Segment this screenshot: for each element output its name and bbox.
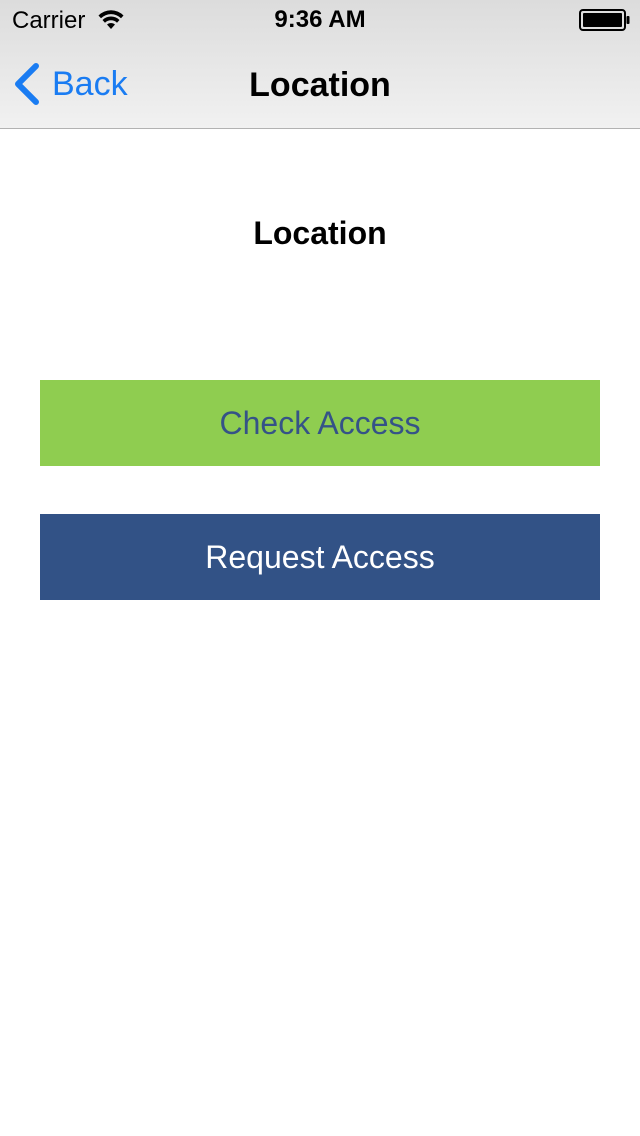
navigation-bar: Back Location — [0, 40, 640, 128]
check-access-button[interactable]: Check Access — [40, 380, 600, 466]
app-screen: Carrier 9:36 AM Back Location Location C… — [0, 0, 640, 1136]
page-heading: Location — [253, 215, 387, 251]
request-access-button[interactable]: Request Access — [40, 514, 600, 600]
status-time: 9:36 AM — [274, 6, 366, 33]
nav-title: Location — [249, 66, 391, 104]
status-bar: Carrier 9:36 AM — [0, 0, 640, 40]
top-chrome: Carrier 9:36 AM Back Location — [0, 0, 640, 129]
battery-full-icon — [579, 9, 630, 31]
